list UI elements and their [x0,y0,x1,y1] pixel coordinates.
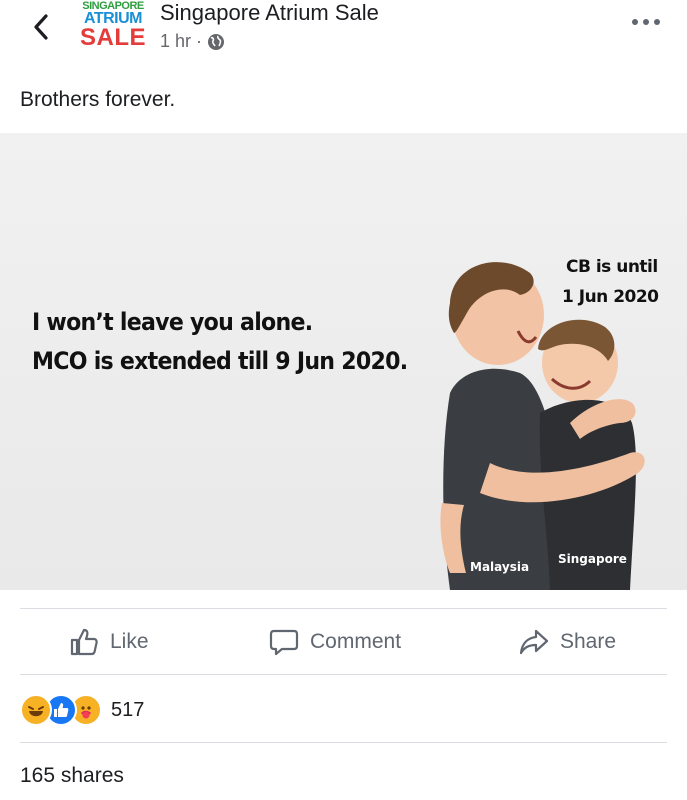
shares-count[interactable]: 165 shares [20,764,124,788]
comment-button[interactable]: Comment [268,612,401,672]
image-tag-left: Malaysia [470,560,530,574]
share-arrow-icon [519,629,549,655]
post-caption: Brothers forever. [20,88,176,111]
meta-separator: · [196,31,203,51]
post-meta: 1 hr · [160,31,225,52]
comment-icon [269,629,299,656]
post-image[interactable]: I won’t leave you alone. MCO is extended… [0,133,687,590]
back-button[interactable] [26,10,60,44]
logo-line-3: SALE [80,24,147,51]
more-dots-icon [632,19,660,25]
post-actions: Like Comment Share [0,612,687,672]
like-label: Like [110,630,149,653]
comment-label: Comment [310,630,402,653]
chevron-left-icon [34,14,48,40]
post-header: SINGAPORE ATRIUM SALE Singapore Atrium S… [0,0,687,62]
divider-bottom [20,742,667,743]
reaction-count: 517 [111,698,145,721]
page-logo[interactable]: SINGAPORE ATRIUM SALE [80,0,146,54]
divider-middle [20,674,667,675]
globe-icon [208,33,225,50]
reactions-summary[interactable]: 517 [20,693,144,727]
hugging-boys-photo [440,262,645,590]
divider-top [20,608,667,609]
image-text-line-1: I won’t leave you alone. [32,308,313,336]
share-label: Share [560,630,617,653]
image-text-line-2: MCO is extended till 9 Jun 2020. [32,347,408,375]
haha-icon [20,694,52,726]
thumbs-up-icon [70,628,98,656]
page-name[interactable]: Singapore Atrium Sale [160,0,379,26]
post-time[interactable]: 1 hr [160,31,191,52]
more-options-button[interactable] [631,14,661,32]
image-tag-right: Singapore [558,552,627,566]
like-button[interactable]: Like [68,612,149,672]
share-button[interactable]: Share [518,612,616,672]
